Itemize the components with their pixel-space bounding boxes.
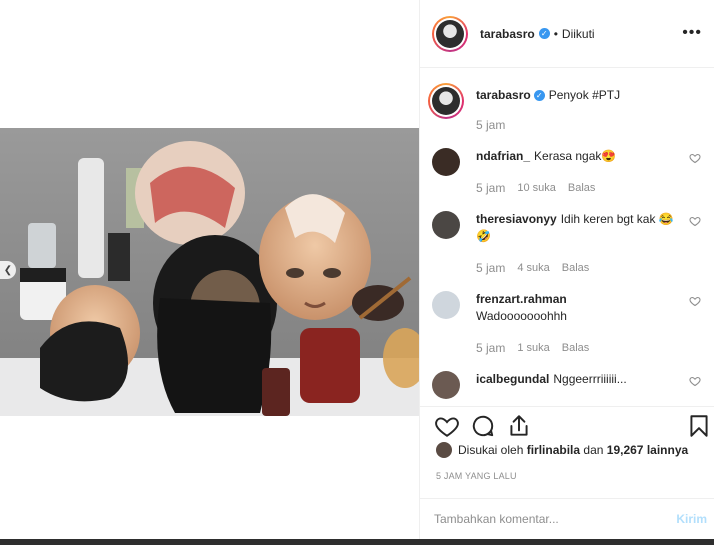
comment-avatar[interactable]	[432, 371, 460, 399]
action-bar	[420, 406, 714, 442]
comment-time[interactable]: 5 jam	[476, 261, 505, 275]
verified-icon: ✓	[533, 90, 545, 102]
comment-item: frenzart.rahman Wadooooooohhh 5 jam 1 suk…	[432, 275, 714, 355]
comment-avatar[interactable]	[432, 148, 460, 176]
comment-heart-icon[interactable]	[689, 295, 701, 307]
liked-by-conjunction: dan	[583, 443, 604, 457]
comment-likes[interactable]: 4 suka	[517, 262, 549, 274]
reply-button[interactable]: Balas	[568, 182, 596, 194]
comment-time[interactable]: 5 jam	[476, 181, 505, 195]
comment-icon[interactable]	[470, 413, 496, 439]
comment-username[interactable]: frenzart.rahman	[476, 292, 567, 306]
post-caption: tarabasro ✓ Penyok #PTJ 5 jam	[428, 68, 714, 132]
comment-heart-icon[interactable]	[689, 152, 701, 164]
share-icon[interactable]	[506, 413, 532, 439]
caption-avatar[interactable]	[428, 83, 464, 119]
post-header: tarabasro ✓ • Diikuti •••	[420, 0, 714, 68]
media-pane: ❮	[0, 0, 419, 545]
comment-item: ndafrian_ Kerasa ngak😍 5 jam 10 suka Bala…	[432, 132, 714, 195]
comments-list[interactable]: tarabasro ✓ Penyok #PTJ 5 jam ndafrian_ Ker…	[420, 68, 714, 406]
carousel-prev-icon: ❮	[3, 264, 13, 276]
comment-likes[interactable]: 1 suka	[517, 342, 549, 354]
comment-time[interactable]: 5 jam	[476, 341, 505, 355]
caption-time[interactable]: 5 jam	[476, 118, 505, 132]
comment-input[interactable]	[434, 512, 677, 526]
comment-username[interactable]: theresiavonyy	[476, 212, 557, 226]
comment-text: Kerasa ngak😍	[534, 149, 617, 163]
caption-text: Penyok #PTJ	[548, 88, 621, 102]
comment-text: Wadooooooohhh	[476, 309, 567, 323]
liker-avatar[interactable]	[436, 442, 452, 458]
separator-dot: •	[553, 26, 558, 41]
author-avatar[interactable]	[432, 15, 468, 52]
comment-item: theresiavonyy Idih keren bgt kak 😂🤣 5 jam…	[432, 195, 714, 275]
post-photo[interactable]	[0, 128, 419, 416]
bottom-strip	[0, 539, 714, 545]
liked-by-prefix: Disukai oleh	[458, 443, 524, 457]
comment-username[interactable]: ndafrian_	[476, 149, 530, 163]
liked-by-user[interactable]: firlinabila	[527, 443, 580, 457]
reply-button[interactable]: Balas	[562, 342, 590, 354]
reply-button[interactable]: Balas	[562, 262, 590, 274]
likes-count[interactable]: 19,267 lainnya	[607, 443, 688, 457]
comment-text: Nggeerrriiiiii...	[553, 372, 627, 386]
bookmark-icon[interactable]	[686, 413, 712, 439]
author-username[interactable]: tarabasro	[480, 27, 535, 41]
comment-item: icalbegundal Nggeerrriiiiii...	[432, 355, 714, 399]
post-time-ago[interactable]: 5 JAM YANG LALU	[436, 471, 517, 481]
post-side-panel: tarabasro ✓ • Diikuti ••• tarabasro ✓ Peny…	[419, 0, 714, 539]
comment-avatar[interactable]	[432, 211, 460, 239]
comment-avatar[interactable]	[432, 291, 460, 319]
liked-by: Disukai oleh firlinabila dan 19,267 lain…	[436, 442, 688, 458]
add-comment-bar: Kirim	[420, 498, 714, 539]
caption-username[interactable]: tarabasro	[476, 88, 531, 102]
heart-icon[interactable]	[434, 413, 460, 439]
verified-icon: ✓	[538, 28, 550, 39]
follow-status-button[interactable]: Diikuti	[562, 27, 595, 41]
send-button[interactable]: Kirim	[676, 512, 707, 526]
comment-username[interactable]: icalbegundal	[476, 372, 549, 386]
comment-likes[interactable]: 10 suka	[517, 182, 556, 194]
more-horizontal-icon[interactable]: •••	[682, 24, 702, 42]
comment-heart-icon[interactable]	[689, 375, 701, 387]
comment-heart-icon[interactable]	[689, 215, 701, 227]
